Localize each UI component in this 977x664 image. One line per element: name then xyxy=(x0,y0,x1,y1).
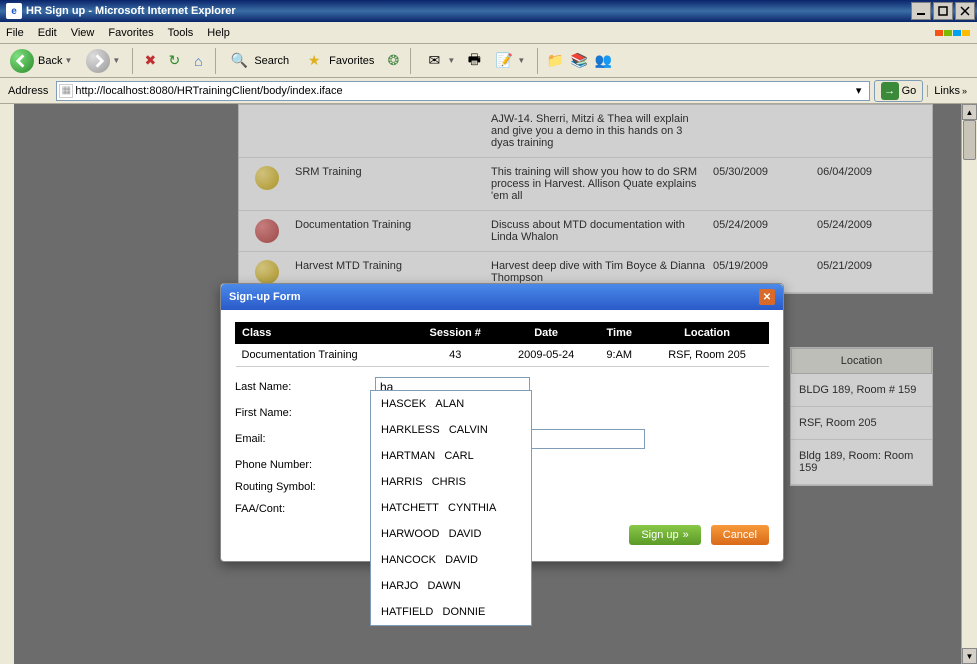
cancel-button[interactable]: Cancel xyxy=(711,525,769,545)
separator xyxy=(132,48,133,74)
autocomplete-item[interactable]: HATCHETT CYNTHIA xyxy=(371,495,531,521)
cell-time: 9:AM xyxy=(593,344,646,367)
stop-icon[interactable]: ✖ xyxy=(139,50,161,72)
toolbar: Back▼ ▼ ✖ ↻ ⌂ 🔍Search ★Favorites ❂ ✉▼ 🖶 … xyxy=(0,44,977,78)
minimize-button[interactable] xyxy=(911,2,931,20)
separator xyxy=(537,48,538,74)
search-label: Search xyxy=(254,55,289,67)
signup-label: Sign up xyxy=(641,529,678,541)
scroll-up-button[interactable]: ▲ xyxy=(962,104,977,120)
col-session: Session # xyxy=(411,323,499,344)
home-icon[interactable]: ⌂ xyxy=(187,50,209,72)
autocomplete-item[interactable]: HANCOCK DAVID xyxy=(371,547,531,573)
address-field-wrap[interactable]: ▦ ▾ xyxy=(56,81,869,101)
scroll-down-button[interactable]: ▼ xyxy=(962,648,977,664)
search-button[interactable]: 🔍 Search xyxy=(222,48,295,74)
address-input[interactable] xyxy=(75,85,850,97)
label-routing: Routing Symbol: xyxy=(235,481,375,493)
label-email: Email: xyxy=(235,433,375,445)
label-firstname: First Name: xyxy=(235,407,375,419)
search-icon: 🔍 xyxy=(228,50,250,72)
label-phone: Phone Number: xyxy=(235,459,375,471)
go-arrow-icon: → xyxy=(881,82,899,100)
col-time: Time xyxy=(593,323,646,344)
links-pane[interactable]: Links» xyxy=(927,85,973,97)
modal-title-text: Sign-up Form xyxy=(229,291,301,303)
edit-button[interactable]: 📝▼ xyxy=(487,48,531,74)
go-label: Go xyxy=(902,85,917,97)
address-dropdown-icon[interactable]: ▾ xyxy=(851,84,867,97)
menu-tools[interactable]: Tools xyxy=(168,27,194,39)
autocomplete-item[interactable]: HARRIS CHRIS xyxy=(371,469,531,495)
ie-icon: e xyxy=(6,3,22,19)
cell-location: RSF, Room 205 xyxy=(646,344,769,367)
menu-file[interactable]: File xyxy=(6,27,24,39)
refresh-icon[interactable]: ↻ xyxy=(163,50,185,72)
autocomplete-item[interactable]: HARKLESS CALVIN xyxy=(371,417,531,443)
col-location: Location xyxy=(646,323,769,344)
menu-view[interactable]: View xyxy=(71,27,95,39)
cell-class: Documentation Training xyxy=(236,344,412,367)
autocomplete-item[interactable]: HARTMAN CARL xyxy=(371,443,531,469)
favorites-label: Favorites xyxy=(329,55,374,67)
session-table: Class Session # Date Time Location Docum… xyxy=(235,322,769,367)
mail-button[interactable]: ✉▼ xyxy=(417,48,461,74)
modal-close-button[interactable]: ✕ xyxy=(759,289,775,305)
menu-bar: File Edit View Favorites Tools Help xyxy=(0,22,977,44)
research-icon[interactable]: 📚 xyxy=(568,50,590,72)
menu-edit[interactable]: Edit xyxy=(38,27,57,39)
autocomplete-item[interactable]: HARJO DAWN xyxy=(371,573,531,599)
windows-logo-icon xyxy=(935,24,971,42)
autocomplete-list: HASCEK ALANHARKLESS CALVINHARTMAN CARLHA… xyxy=(370,390,532,626)
col-class: Class xyxy=(236,323,412,344)
scroll-thumb[interactable] xyxy=(963,120,976,160)
window-title: HR Sign up - Microsoft Internet Explorer xyxy=(26,5,911,17)
vertical-scrollbar[interactable]: ▲ ▼ xyxy=(961,104,977,664)
modal-titlebar: Sign-up Form ✕ xyxy=(221,284,783,310)
label-faa: FAA/Cont: xyxy=(235,503,375,515)
favorites-button[interactable]: ★ Favorites xyxy=(297,48,380,74)
links-label: Links xyxy=(934,85,960,97)
chevron-right-icon: » xyxy=(683,529,689,541)
separator xyxy=(410,48,411,74)
go-button[interactable]: →Go xyxy=(874,80,924,102)
autocomplete-item[interactable]: HARWOOD DAVID xyxy=(371,521,531,547)
print-icon[interactable]: 🖶 xyxy=(463,50,485,72)
separator xyxy=(215,48,216,74)
session-row: Documentation Training 43 2009-05-24 9:A… xyxy=(236,344,769,367)
signup-button[interactable]: Sign up » xyxy=(629,525,700,545)
close-button[interactable] xyxy=(955,2,975,20)
menu-help[interactable]: Help xyxy=(207,27,230,39)
address-bar: Address ▦ ▾ →Go Links» xyxy=(0,78,977,104)
col-date: Date xyxy=(499,323,593,344)
edit-icon: 📝 xyxy=(493,50,515,72)
page-icon: ▦ xyxy=(59,84,73,98)
forward-button[interactable]: ▼ xyxy=(80,47,126,75)
back-label: Back xyxy=(38,55,62,67)
back-button[interactable]: Back▼ xyxy=(4,47,78,75)
autocomplete-item[interactable]: HATFIELD DONNIE xyxy=(371,599,531,625)
address-label: Address xyxy=(4,85,52,97)
label-lastname: Last Name: xyxy=(235,381,375,393)
maximize-button[interactable] xyxy=(933,2,953,20)
cell-session: 43 xyxy=(411,344,499,367)
mail-icon: ✉ xyxy=(423,50,445,72)
cell-date: 2009-05-24 xyxy=(499,344,593,367)
autocomplete-item[interactable]: HASCEK ALAN xyxy=(371,391,531,417)
messenger-icon[interactable]: 👥 xyxy=(592,50,614,72)
window-titlebar: e HR Sign up - Microsoft Internet Explor… xyxy=(0,0,977,22)
folder-icon[interactable]: 📁 xyxy=(544,50,566,72)
star-icon: ★ xyxy=(303,50,325,72)
menu-favorites[interactable]: Favorites xyxy=(108,27,153,39)
history-icon[interactable]: ❂ xyxy=(382,50,404,72)
